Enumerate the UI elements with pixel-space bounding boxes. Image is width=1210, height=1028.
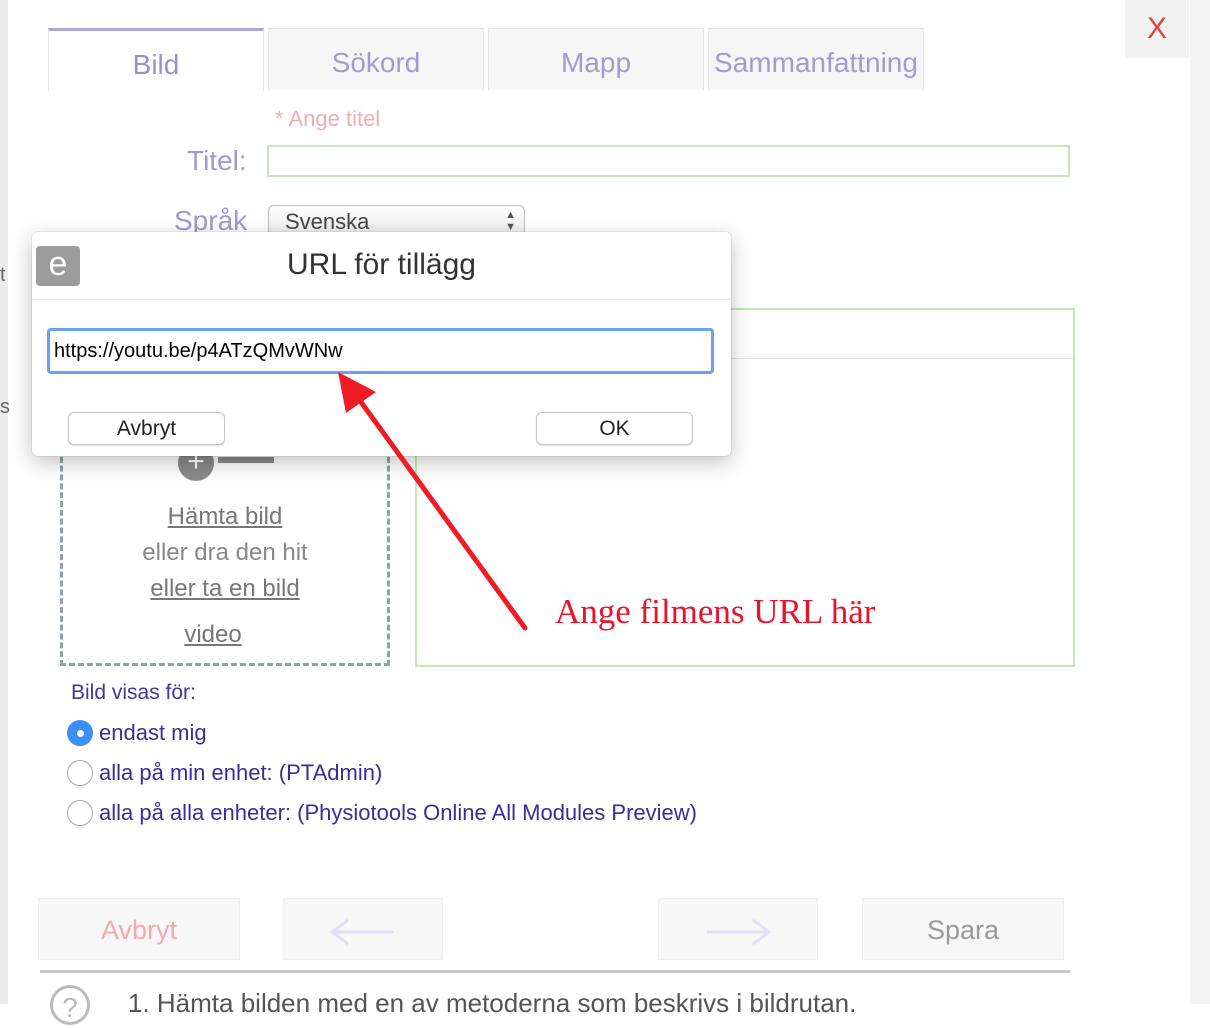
annotation-arrow-icon (338, 372, 528, 631)
annotation-text: Ange filmens URL här (555, 592, 876, 631)
